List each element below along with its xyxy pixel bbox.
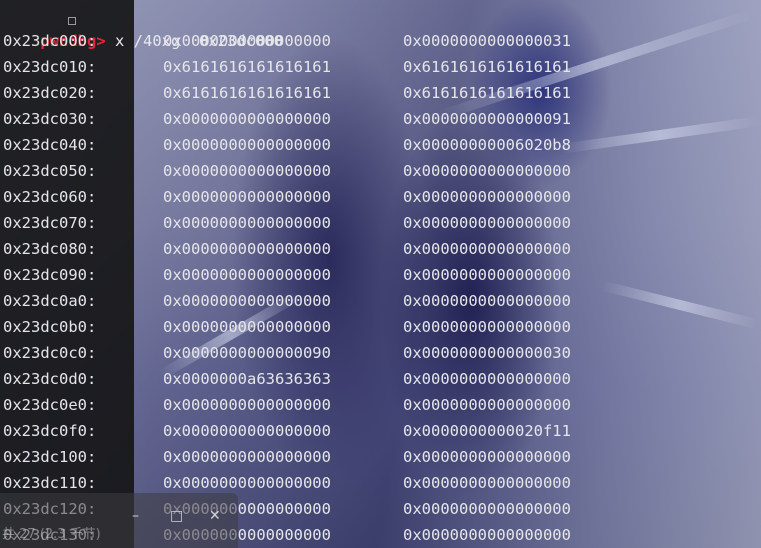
memory-address: 0x23dc010:: [3, 58, 97, 76]
memory-address: 0x23dc000:: [3, 32, 97, 50]
memory-value: 0x0000000000000031: [403, 32, 571, 50]
memory-address: 0x23dc0b0:: [3, 318, 97, 336]
memory-value: 0x6161616161616161: [163, 84, 331, 102]
memory-value: 0x0000000000000000: [403, 370, 571, 388]
memory-value: 0x0000000000000000: [163, 292, 331, 310]
memory-row: 0x23dc0c0: 0x0000000000000090 0x0000000000…: [3, 340, 703, 366]
memory-value: 0x0000000000000000: [163, 110, 331, 128]
memory-row: 0x23dc000: 0x0000000000000000 0x0000000000…: [3, 28, 703, 54]
memory-row: 0x23dc070: 0x0000000000000000 0x0000000000…: [3, 210, 703, 236]
memory-row: 0x23dc0b0: 0x0000000000000000 0x0000000000…: [3, 314, 703, 340]
memory-value: 0x0000000000000000: [403, 266, 571, 284]
memory-row: 0x23dc100: 0x0000000000000000 0x0000000000…: [3, 444, 703, 470]
memory-address: 0x23dc050:: [3, 162, 97, 180]
prompt-line: pwndbg> x /40xg 0x23dc000: [3, 2, 283, 50]
memory-row: 0x23dc050: 0x0000000000000000 0x0000000000…: [3, 158, 703, 184]
memory-value: 0x0000000000000000: [403, 318, 571, 336]
memory-value: 0x0000000000000000: [163, 318, 331, 336]
memory-row: 0x23dc010: 0x6161616161616161 0x6161616161…: [3, 54, 703, 80]
close-button[interactable]: ✕: [209, 508, 221, 524]
memory-row: 0x23dc0d0: 0x0000000a63636363 0x0000000000…: [3, 366, 703, 392]
memory-address: 0x23dc0a0:: [3, 292, 97, 310]
memory-row: 0x23dc020: 0x6161616161616161 0x6161616161…: [3, 80, 703, 106]
memory-value: 0x0000000000000000: [403, 214, 571, 232]
memory-value: 0x0000000000000000: [163, 396, 331, 414]
status-caption: 共 27 (2.3 千节): [2, 527, 101, 542]
memory-value: 0x0000000000000000: [403, 292, 571, 310]
memory-row: 0x23dc030: 0x0000000000000000 0x0000000000…: [3, 106, 703, 132]
minimize-button[interactable]: –: [132, 508, 139, 524]
memory-address: 0x23dc080:: [3, 240, 97, 258]
memory-row: 0x23dc040: 0x0000000000000000 0x0000000000…: [3, 132, 703, 158]
memory-value: 0x0000000000000000: [163, 266, 331, 284]
memory-address: 0x23dc070:: [3, 214, 97, 232]
memory-address: 0x23dc0d0:: [3, 370, 97, 388]
memory-row: 0x23dc0e0: 0x0000000000000000 0x0000000000…: [3, 392, 703, 418]
memory-address: 0x23dc0f0:: [3, 422, 97, 440]
maximize-button[interactable]: □: [170, 508, 183, 524]
memory-address: 0x23dc060:: [3, 188, 97, 206]
memory-value: 0x6161616161616161: [403, 58, 571, 76]
memory-value: 0x6161616161616161: [163, 58, 331, 76]
memory-value: 0x6161616161616161: [403, 84, 571, 102]
memory-value: 0x0000000000000000: [163, 448, 331, 466]
memory-value: 0x0000000000000000: [403, 474, 571, 492]
memory-address: 0x23dc100:: [3, 448, 97, 466]
memory-address: 0x23dc090:: [3, 266, 97, 284]
memory-address: 0x23dc0c0:: [3, 344, 97, 362]
memory-value: 0x0000000000020f11: [403, 422, 571, 440]
memory-value: 0x0000000000000090: [163, 344, 331, 362]
memory-value: 0x0000000000000000: [403, 188, 571, 206]
memory-row: 0x23dc090: 0x0000000000000000 0x0000000000…: [3, 262, 703, 288]
terminal-output[interactable]: pwndbg> x /40xg 0x23dc000 0x23dc000: 0x00…: [0, 0, 761, 548]
memory-value: 0x0000000000000000: [163, 136, 331, 154]
memory-row: 0x23dc080: 0x0000000000000000 0x0000000000…: [3, 236, 703, 262]
memory-value: 0x0000000a63636363: [163, 370, 331, 388]
memory-row: 0x23dc060: 0x0000000000000000 0x0000000000…: [3, 184, 703, 210]
memory-value: 0x0000000000000000: [163, 162, 331, 180]
memory-value: 0x0000000000000030: [403, 344, 571, 362]
memory-value: 0x00000000006020b8: [403, 136, 571, 154]
memory-value: 0x0000000000000000: [163, 214, 331, 232]
memory-address: 0x23dc0e0:: [3, 396, 97, 414]
memory-value: 0x0000000000000091: [403, 110, 571, 128]
memory-value: 0x0000000000000000: [163, 240, 331, 258]
memory-value: 0x0000000000000000: [403, 500, 571, 518]
memory-value: 0x0000000000000000: [403, 448, 571, 466]
memory-value: 0x0000000000000000: [163, 32, 331, 50]
cursor-glyph-icon: [68, 17, 76, 25]
memory-value: 0x0000000000000000: [403, 240, 571, 258]
memory-value: 0x0000000000000000: [403, 526, 571, 544]
memory-row: 0x23dc0f0: 0x0000000000000000 0x0000000000…: [3, 418, 703, 444]
memory-value: 0x0000000000000000: [403, 162, 571, 180]
memory-address: 0x23dc020:: [3, 84, 97, 102]
memory-address: 0x23dc040:: [3, 136, 97, 154]
memory-value: 0x0000000000000000: [163, 188, 331, 206]
memory-value: 0x0000000000000000: [163, 422, 331, 440]
memory-value: 0x0000000000000000: [403, 396, 571, 414]
memory-row: 0x23dc0a0: 0x0000000000000000 0x0000000000…: [3, 288, 703, 314]
memory-address: 0x23dc030:: [3, 110, 97, 128]
